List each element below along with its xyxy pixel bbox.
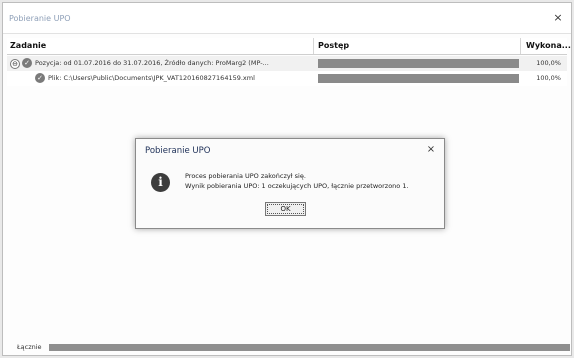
dialog-title: Pobieranie UPO <box>145 146 211 156</box>
close-icon[interactable]: × <box>551 11 565 25</box>
task-label: Plik: C:\Users\Public\Documents\JPK_VAT1… <box>48 74 255 82</box>
window-title: Pobieranie UPO <box>9 14 71 23</box>
check-circle-icon: ✓ <box>35 73 45 83</box>
dialog-message-line-2: Wynik pobierania UPO: 1 oczekujących UPO… <box>185 182 409 190</box>
table-row[interactable]: ⊖ ✓ Pozycja: od 01.07.2016 do 31.07.2016… <box>7 56 567 71</box>
task-progress-bar <box>318 74 519 83</box>
task-progress-bar <box>318 59 519 68</box>
total-label: Łącznie <box>17 343 42 351</box>
progress-fill <box>49 344 570 351</box>
task-done-percent: 100,0% <box>536 59 561 67</box>
title-bar: Pobieranie UPO × <box>3 3 571 34</box>
column-header-task[interactable]: Zadanie <box>10 41 46 50</box>
total-progress-bar <box>49 344 570 351</box>
task-done-percent: 100,0% <box>536 74 561 82</box>
column-header-done[interactable]: Wykona... <box>526 41 571 50</box>
progress-fill <box>318 59 519 68</box>
collapse-icon[interactable]: ⊖ <box>10 59 20 69</box>
ok-button[interactable]: OK <box>265 202 306 216</box>
column-separator <box>520 38 521 54</box>
dialog-message-line-1: Proces pobierania UPO zakończył się. <box>185 172 306 180</box>
task-label: Pozycja: od 01.07.2016 do 31.07.2016, Źr… <box>35 59 269 67</box>
close-icon[interactable]: × <box>424 143 438 157</box>
column-separator <box>313 38 314 54</box>
grid-header: Zadanie Postęp Wykona... <box>7 38 571 55</box>
table-row[interactable]: ✓ Plik: C:\Users\Public\Documents\JPK_VA… <box>7 71 567 86</box>
info-icon: i <box>151 173 170 192</box>
message-dialog: Pobieranie UPO × i Proces pobierania UPO… <box>135 138 445 229</box>
check-circle-icon: ✓ <box>22 58 32 68</box>
column-header-progress[interactable]: Postęp <box>318 41 349 50</box>
progress-fill <box>318 74 519 83</box>
